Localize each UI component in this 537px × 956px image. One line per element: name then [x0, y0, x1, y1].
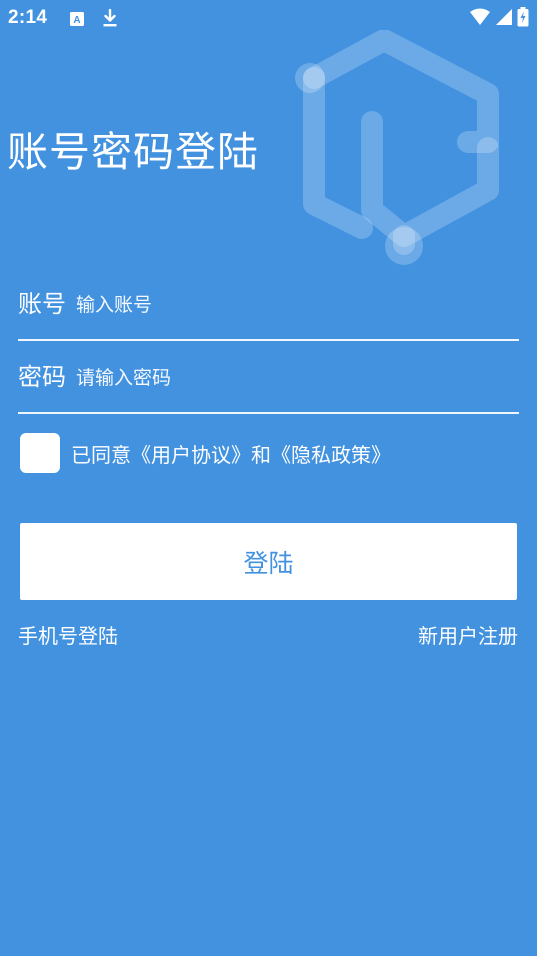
signal-icon	[495, 8, 513, 30]
svg-text:A: A	[73, 15, 80, 26]
page-title: 账号密码登陆	[7, 128, 259, 176]
account-input[interactable]	[76, 291, 506, 319]
wifi-icon	[469, 8, 491, 30]
account-field-row: 账号	[18, 289, 519, 341]
download-icon	[102, 8, 118, 31]
status-icons	[469, 7, 529, 31]
password-label: 密码	[18, 363, 66, 391]
status-time: 2:14	[8, 7, 48, 28]
a-notification-icon: A	[70, 11, 84, 30]
login-button[interactable]: 登陆	[20, 523, 517, 600]
password-field-row: 密码	[18, 362, 519, 414]
phone-login-link[interactable]: 手机号登陆	[18, 620, 118, 649]
agreement-text[interactable]: 已同意《用户协议》和《隐私政策》	[71, 439, 391, 468]
agreement-row: 已同意《用户协议》和《隐私政策》	[20, 433, 391, 473]
account-label: 账号	[18, 290, 66, 318]
battery-charging-icon	[517, 7, 529, 31]
background-logo-watermark	[288, 29, 518, 270]
register-link[interactable]: 新用户注册	[418, 620, 518, 649]
agreement-checkbox[interactable]	[20, 433, 60, 473]
password-input[interactable]	[76, 364, 506, 392]
